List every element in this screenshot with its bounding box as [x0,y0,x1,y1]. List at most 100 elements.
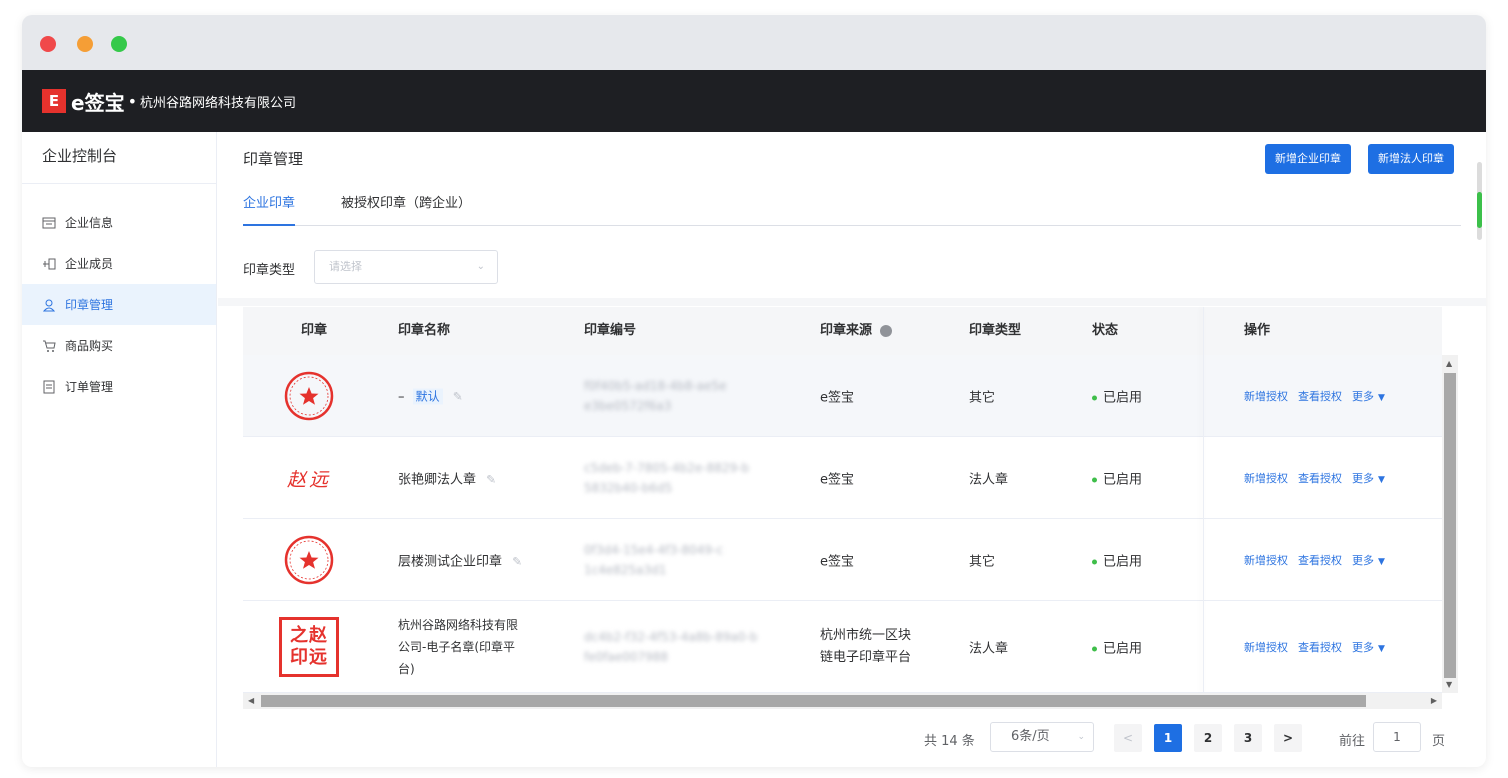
column-header-seal: 印章 [301,323,328,338]
add-authorization-link[interactable]: 新增授权 [1244,554,1288,567]
tab-authorized-seals[interactable]: 被授权印章（跨企业） [341,192,471,226]
column-header-status: 状态 [1092,323,1119,338]
seal-source: e签宝 [820,472,854,487]
minimize-window-button[interactable] [77,36,93,52]
edit-pencil-icon[interactable]: ✎ [453,389,463,403]
seal-type-select[interactable]: 请选择 ⌄ [314,250,498,284]
status-text: 已启用 [1103,641,1143,656]
sidebar-item-members[interactable]: 企业成员 [22,243,216,284]
vertical-scrollbar-thumb[interactable] [1444,373,1456,678]
top-navbar: E e签宝 • 杭州谷路网络科技有限公司 [22,70,1486,132]
sidebar-item-company-info[interactable]: 企业信息 [22,202,216,243]
window-titlebar [22,15,1486,70]
page-button-1[interactable]: 1 [1154,724,1182,752]
column-header-type: 印章类型 [969,323,1022,338]
seal-status: 已启用 [1092,468,1142,487]
scroll-left-arrow-icon[interactable]: ◀ [248,696,254,705]
more-dropdown[interactable]: 更多 [1352,554,1374,567]
round-company-seal-image [283,370,335,422]
seal-name: 张艳卿法人章 [398,472,477,487]
user-seal-icon [42,298,56,312]
caret-down-icon[interactable]: ▼ [1378,475,1385,485]
page-size-select[interactable]: 6条/页 ⌄ [990,722,1094,752]
page-button-3[interactable]: 3 [1234,724,1262,752]
page-button-2[interactable]: 2 [1194,724,1222,752]
sidebar-title: 企业控制台 [22,132,216,184]
column-header-name: 印章名称 [398,323,451,338]
caret-down-icon[interactable]: ▼ [1378,644,1385,654]
default-tag: 默认 [412,388,443,404]
sidebar-item-label: 企业成员 [65,257,114,271]
goto-page-input[interactable]: 1 [1373,722,1421,752]
round-company-seal-image [283,534,335,586]
sidebar-menu: 企业信息 企业成员 印章管理 商品购买 订单管理 [22,202,216,407]
page-size-value: 6条/页 [1011,729,1050,744]
caret-down-icon[interactable]: ▼ [1378,393,1385,403]
add-legal-seal-button[interactable]: 新增法人印章 [1368,144,1454,174]
page-scrollbar-thumb[interactable] [1477,192,1482,228]
sidebar-item-purchase[interactable]: 商品购买 [22,325,216,366]
brand-name: e签宝 [71,90,125,115]
view-authorization-link[interactable]: 查看授权 [1298,641,1342,654]
view-authorization-link[interactable]: 查看授权 [1298,472,1342,485]
signature-seal-text: 赵远 [286,468,331,491]
prev-page-button[interactable]: < [1114,724,1142,752]
seal-type: 法人章 [969,472,1009,487]
sidebar-item-label: 商品购买 [65,339,114,353]
seal-code-line: 5832b40-b6d5 [584,480,673,495]
maximize-window-button[interactable] [111,36,127,52]
edit-pencil-icon[interactable]: ✎ [512,554,522,568]
table-row: 之赵 印远 杭州谷路网络科技有限 公司-电子名章(印章平 台) dc4b2-f3… [243,601,1442,693]
add-company-seal-button[interactable]: 新增企业印章 [1265,144,1351,174]
more-dropdown[interactable]: 更多 [1352,472,1374,485]
table-horizontal-scrollbar[interactable]: ◀ ▶ [243,693,1442,709]
view-authorization-link[interactable]: 查看授权 [1298,390,1342,403]
page-scrollbar[interactable] [1477,162,1482,240]
table-vertical-scrollbar[interactable]: ▲ ▼ [1442,355,1458,693]
horizontal-scrollbar-thumb[interactable] [261,695,1366,707]
view-authorization-link[interactable]: 查看授权 [1298,554,1342,567]
seal-code-line: 1c4e825a3d1 [584,562,667,577]
scroll-down-arrow-icon[interactable]: ▼ [1446,680,1452,689]
seal-code: c5deb-7-7805-4b2e-8829-b 5832b40-b6d5 [584,458,749,498]
cart-icon [42,339,56,353]
table-row: – 默认 ✎ f0f40b5-ad18-4b8-ae5e e3be0572f6a… [243,355,1442,437]
seal-name: 层楼测试企业印章 [398,554,503,569]
scroll-right-arrow-icon[interactable]: ▶ [1431,696,1437,705]
info-icon[interactable] [879,324,892,337]
status-dot-icon [1092,559,1097,564]
tab-company-seals[interactable]: 企业印章 [243,192,296,226]
sidebar: 企业控制台 企业信息 企业成员 印章管理 商品购买 订单管理 [22,132,217,767]
seal-code-line: c5deb-7-7805-4b2e-8829-b [584,460,750,475]
caret-down-icon[interactable]: ▼ [1378,557,1385,567]
sidebar-item-label: 印章管理 [65,298,114,312]
row-actions: 新增授权 查看授权 更多 ▼ [1244,552,1395,568]
seal-type: 其它 [969,554,996,569]
add-authorization-link[interactable]: 新增授权 [1244,472,1288,485]
next-page-button[interactable]: > [1274,724,1302,752]
close-window-button[interactable] [40,36,56,52]
seal-source: 杭州市统一区块 链电子印章平台 [820,625,911,669]
status-dot-icon [1092,395,1097,400]
status-text: 已启用 [1103,554,1143,569]
more-dropdown[interactable]: 更多 [1352,641,1374,654]
more-dropdown[interactable]: 更多 [1352,390,1374,403]
seal-type-placeholder: 请选择 [329,260,362,273]
square-seal-text: 印远 [290,647,328,668]
seal-name-cell: 张艳卿法人章 ✎ [398,468,496,487]
sidebar-item-orders[interactable]: 订单管理 [22,366,216,407]
table-header: 印章 印章名称 印章编号 印章来源 印章类型 状态 操作 [243,307,1442,355]
seal-code-line: fe0fae007988 [584,649,669,664]
add-authorization-link[interactable]: 新增授权 [1244,641,1288,654]
scroll-up-arrow-icon[interactable]: ▲ [1446,359,1452,368]
add-authorization-link[interactable]: 新增授权 [1244,390,1288,403]
brand-separator: • [127,91,138,111]
edit-pencil-icon[interactable]: ✎ [486,472,496,486]
table-row: 赵远 张艳卿法人章 ✎ c5deb-7-7805-4b2e-8829-b 583… [243,437,1442,519]
sidebar-item-seal-management[interactable]: 印章管理 [22,284,216,325]
column-header-source-label: 印章来源 [820,323,873,338]
seal-source-line: 杭州市统一区块 [820,627,912,643]
column-header-source: 印章来源 [820,307,892,355]
column-header-actions: 操作 [1244,323,1271,338]
seal-name-line: 公司-电子名章(印章平 [398,639,516,654]
